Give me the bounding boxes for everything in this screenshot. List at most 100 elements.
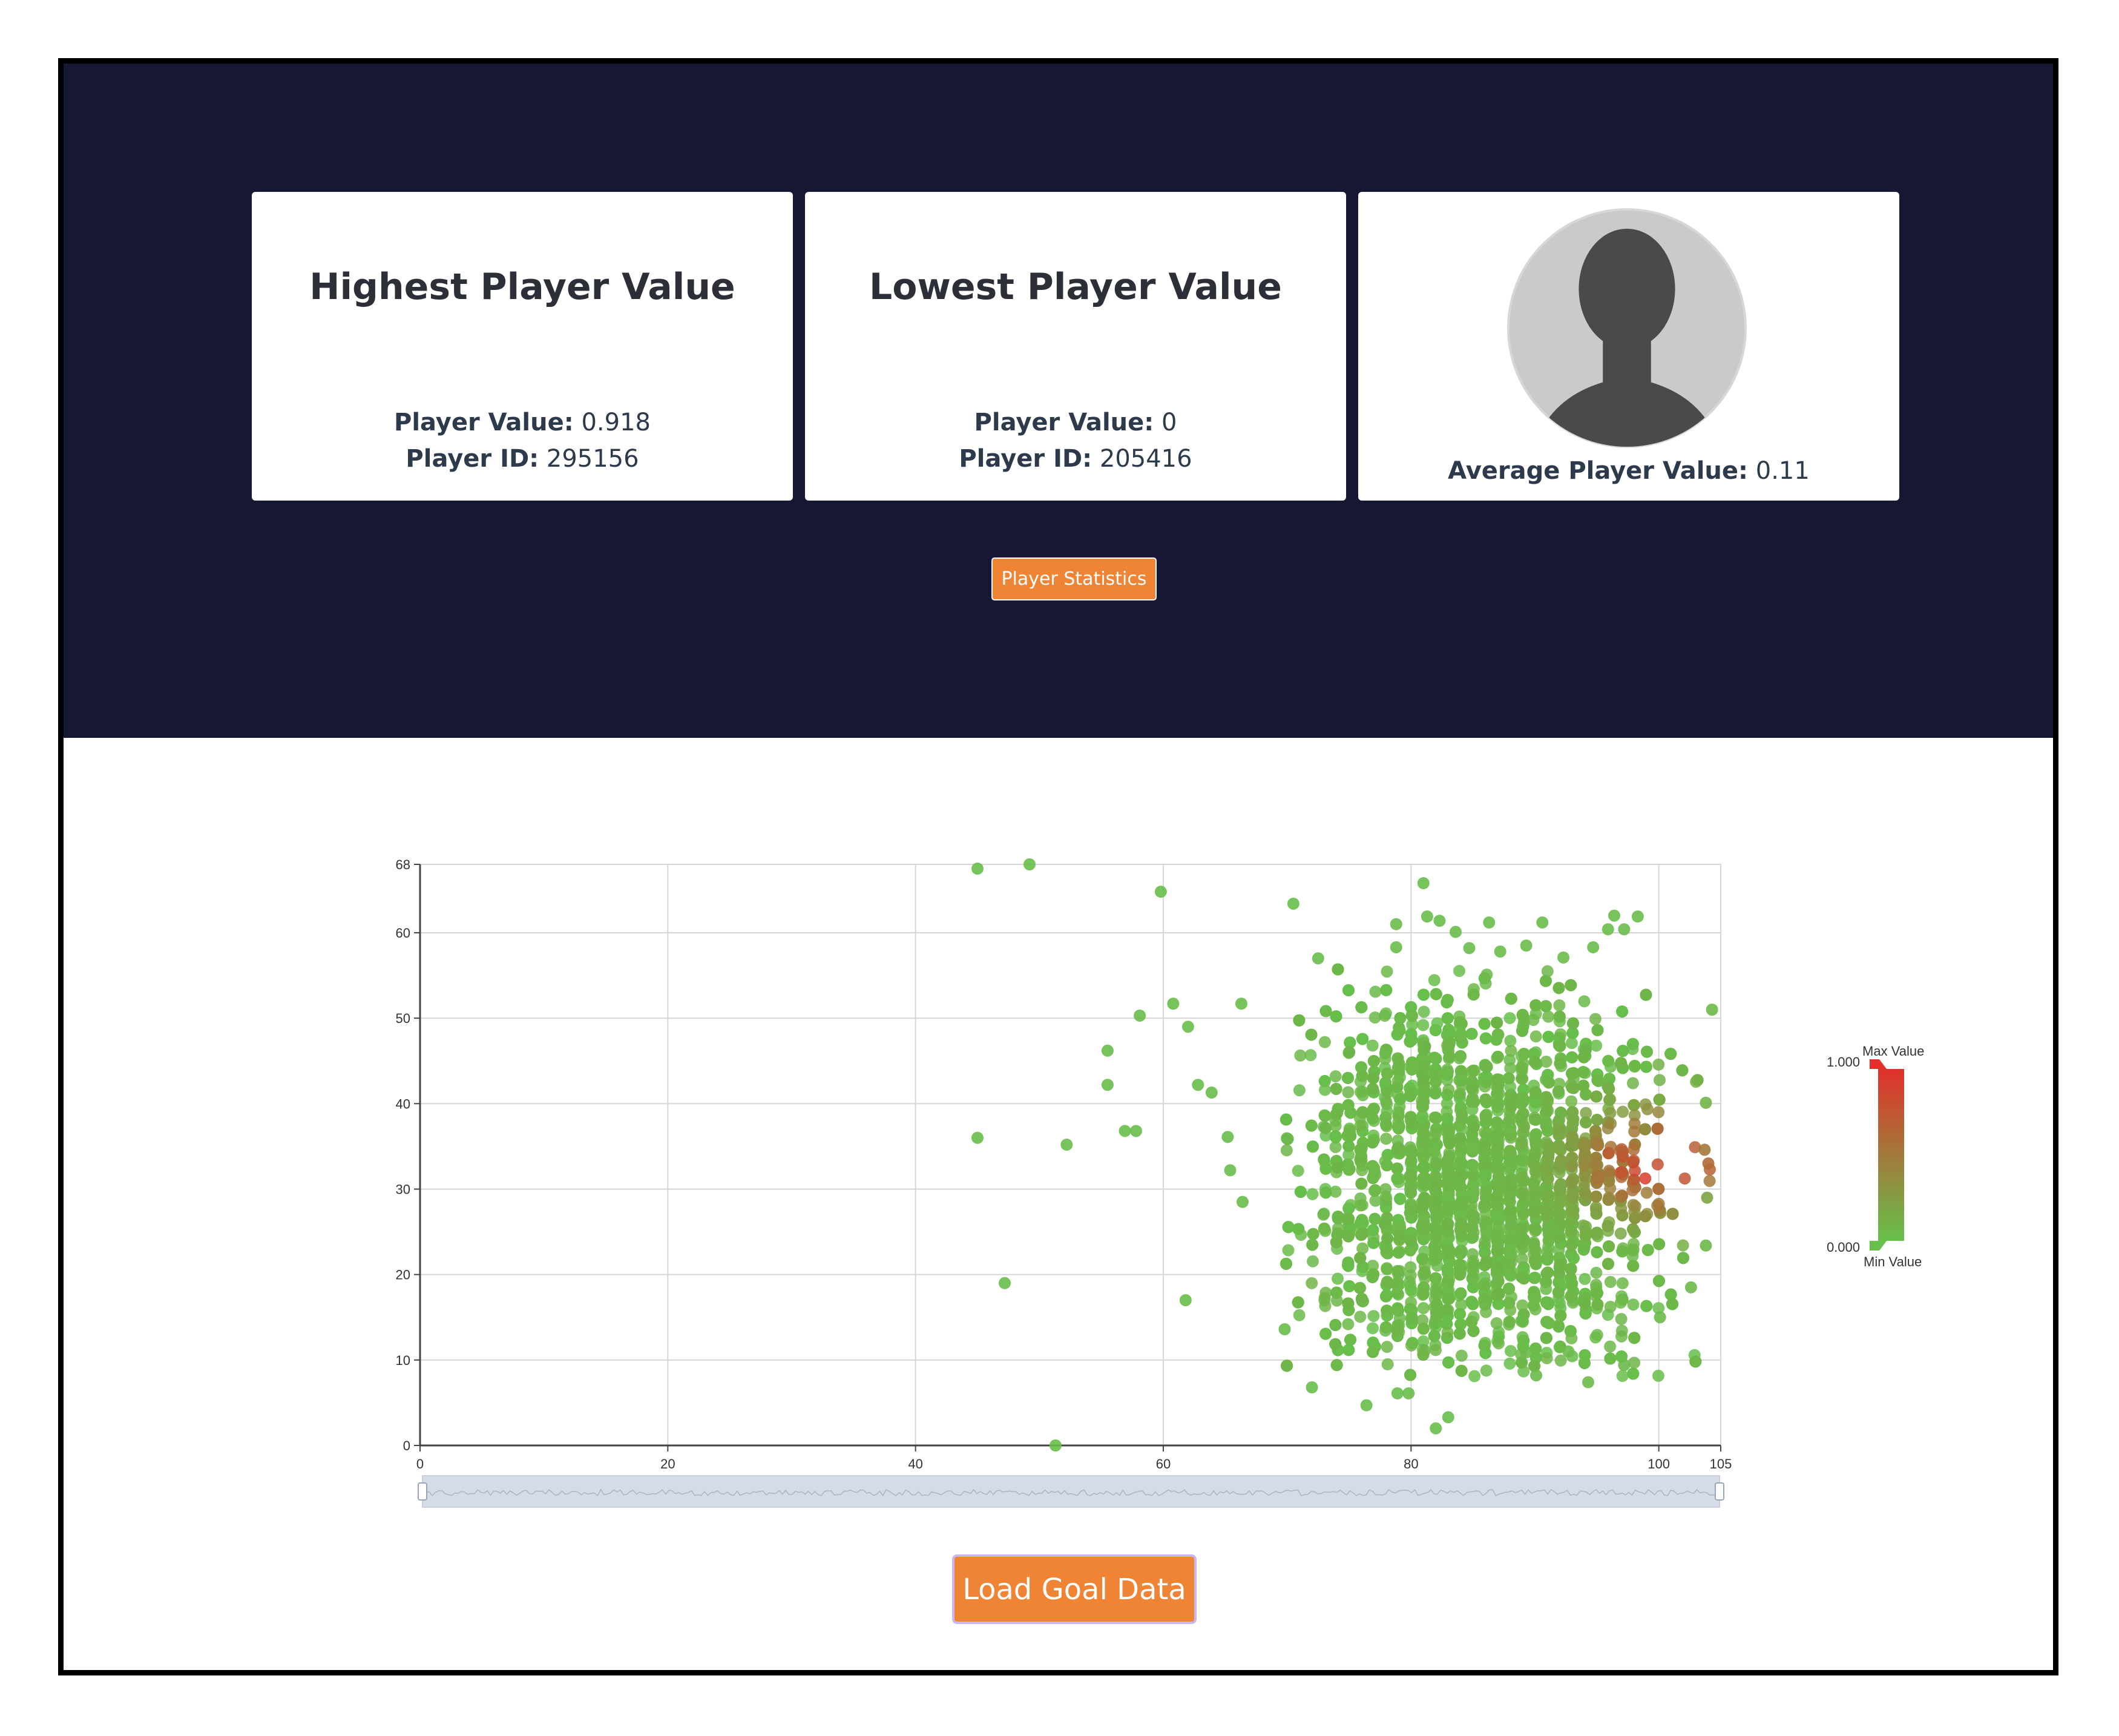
data-point (1540, 1205, 1552, 1218)
data-point (1516, 1299, 1529, 1312)
data-point (1429, 1344, 1442, 1356)
data-point (1480, 1364, 1493, 1377)
data-point (1134, 1009, 1146, 1022)
data-point (1555, 1154, 1568, 1167)
data-point (1406, 1010, 1419, 1022)
data-point (1604, 1340, 1617, 1353)
data-point (1631, 910, 1644, 923)
y-tick-label: 10 (396, 1353, 410, 1368)
data-point (1330, 1294, 1343, 1307)
data-point (1454, 1050, 1467, 1062)
data-point (1702, 1157, 1715, 1170)
data-point (1591, 1024, 1604, 1036)
data-point (1454, 1065, 1467, 1077)
data-point (1343, 1280, 1356, 1292)
data-point (1516, 1061, 1528, 1074)
data-point (1577, 1219, 1589, 1232)
data-point (1402, 1387, 1415, 1399)
data-point (1431, 1069, 1444, 1082)
data-point (1354, 1310, 1367, 1323)
data-point (1566, 1190, 1579, 1203)
data-point (1517, 1048, 1530, 1060)
data-point (1329, 1185, 1342, 1198)
data-point (1466, 1159, 1479, 1171)
data-point (1391, 1052, 1404, 1065)
data-point (1701, 1191, 1713, 1204)
data-point (1542, 1010, 1555, 1023)
data-point (1591, 1246, 1603, 1258)
data-point (1479, 1235, 1491, 1248)
data-point (1480, 1257, 1493, 1270)
data-point (1529, 1292, 1542, 1305)
data-point (1441, 1105, 1453, 1118)
data-point (1627, 1298, 1640, 1311)
data-point (1454, 1182, 1467, 1194)
data-point (1530, 1369, 1543, 1382)
data-point (1703, 1175, 1716, 1188)
data-point (1492, 1275, 1505, 1287)
data-point (1529, 1223, 1542, 1236)
data-point (1306, 1188, 1319, 1200)
data-point (1381, 1087, 1394, 1099)
data-point (1381, 1341, 1393, 1353)
data-point (1332, 1272, 1344, 1285)
data-point (1504, 1344, 1517, 1357)
load-goal-data-button[interactable]: Load Goal Data (952, 1554, 1197, 1624)
data-point (1367, 1346, 1379, 1358)
data-point (1344, 1333, 1357, 1346)
x-range-slider[interactable] (418, 1475, 1724, 1508)
data-point (1528, 1254, 1541, 1267)
data-point (1552, 1123, 1565, 1136)
data-point (1406, 1146, 1419, 1159)
data-point (1616, 1370, 1629, 1383)
data-point (1529, 1303, 1542, 1316)
data-point (1520, 1346, 1533, 1359)
data-point (1627, 1223, 1640, 1235)
data-point (1405, 1339, 1418, 1352)
data-point (1494, 945, 1506, 958)
data-point (1684, 1281, 1697, 1294)
data-point (1293, 1309, 1306, 1321)
x-tick-label: 0 (416, 1456, 424, 1471)
data-point (1394, 1192, 1407, 1205)
data-point (1418, 1287, 1430, 1300)
data-point (1391, 1266, 1404, 1278)
data-point (1381, 965, 1393, 978)
data-point (1516, 1172, 1528, 1185)
data-point (1450, 926, 1462, 938)
data-point (1590, 1090, 1603, 1103)
data-point (1590, 1266, 1603, 1279)
data-point (1282, 1244, 1295, 1257)
data-point (1418, 1260, 1431, 1272)
data-point (1235, 998, 1247, 1010)
data-point (1456, 1108, 1468, 1121)
data-point (1441, 1155, 1453, 1168)
data-point (1416, 1221, 1429, 1234)
data-point (1049, 1439, 1062, 1452)
data-point (1318, 1153, 1330, 1166)
data-point (1565, 1263, 1577, 1275)
data-point (1690, 1076, 1703, 1088)
data-point (1430, 1252, 1443, 1264)
y-tick-label: 50 (396, 1011, 410, 1026)
data-point (1491, 1050, 1504, 1063)
data-point (1603, 1240, 1615, 1253)
data-point (1455, 1364, 1468, 1377)
data-point (1442, 1231, 1454, 1244)
data-point (971, 1131, 984, 1144)
data-point (1441, 1220, 1454, 1232)
data-point (1319, 1083, 1332, 1096)
data-point (1517, 1126, 1530, 1139)
data-point (1317, 1120, 1330, 1133)
data-point (1490, 1289, 1503, 1301)
data-point (1640, 1186, 1653, 1199)
data-point (1615, 1166, 1628, 1179)
data-point (1604, 1106, 1617, 1119)
data-point (1618, 923, 1631, 936)
data-point (1342, 1344, 1355, 1356)
data-point (1367, 1103, 1379, 1116)
data-point (1590, 1228, 1603, 1241)
data-point (1541, 1246, 1554, 1258)
data-point (1381, 1262, 1393, 1275)
data-point (1479, 1080, 1491, 1093)
